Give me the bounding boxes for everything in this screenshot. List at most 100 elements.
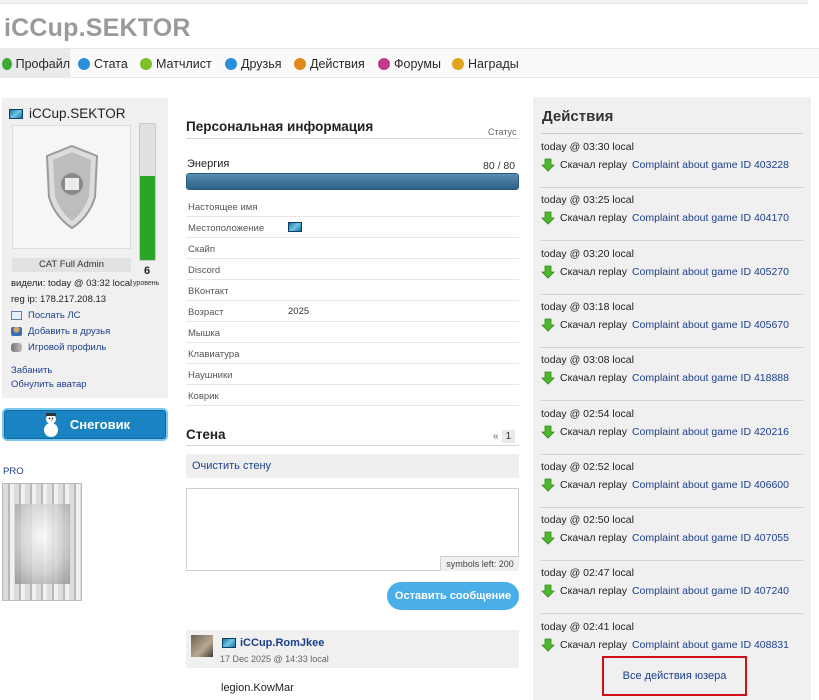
info-row-real-name: Настоящее имя — [186, 196, 519, 217]
ban-link[interactable]: Забанить — [11, 365, 52, 376]
send-pm-link[interactable]: Послать ЛС — [11, 310, 81, 321]
matchlist-icon — [140, 57, 152, 70]
info-row-keyboard: Клавиатура — [186, 343, 519, 364]
action-desc: Скачал replay Complaint about game ID 405… — [541, 318, 789, 332]
action-link[interactable]: Complaint about game ID 406600 — [632, 479, 789, 491]
wall-pager: « 1 — [493, 430, 516, 443]
role-badge: CAT Full Admin — [12, 258, 131, 272]
info-row-location: Местоположение — [186, 217, 519, 238]
download-arrow-icon — [541, 638, 555, 652]
level-number: 6 — [144, 265, 151, 277]
post-author[interactable]: iCCup.RomJkee — [222, 637, 324, 649]
tab-label: Награды — [468, 56, 519, 71]
action-desc: Скачал replay Complaint about game ID 418… — [541, 371, 789, 385]
info-key: Коврик — [188, 391, 219, 402]
action-time: today @ 03:20 local — [541, 248, 634, 260]
info-key: Скайп — [188, 244, 215, 255]
action-time: today @ 03:30 local — [541, 141, 634, 153]
all-user-actions-link[interactable]: Все действия юзера — [602, 656, 747, 696]
pager-page[interactable]: 1 — [501, 430, 516, 443]
download-arrow-icon — [541, 371, 555, 385]
level-progress-bar — [139, 123, 156, 261]
action-desc: Скачал replay Complaint about game ID 403… — [541, 158, 789, 172]
action-link[interactable]: Complaint about game ID 407055 — [632, 532, 789, 544]
actions-title: Действия — [542, 108, 614, 125]
action-link[interactable]: Complaint about game ID 405270 — [632, 266, 789, 278]
add-friend-label: Добавить в друзья — [28, 326, 111, 337]
tab-profile[interactable]: Профайл — [0, 49, 70, 78]
level-progress-fill — [140, 175, 155, 260]
action-link[interactable]: Complaint about game ID 404170 — [632, 212, 789, 224]
personal-info-title: Персональная информация — [186, 119, 374, 134]
wall-title: Стена — [186, 427, 226, 442]
download-arrow-icon — [541, 158, 555, 172]
info-row-mousepad: Коврик — [186, 385, 519, 406]
download-arrow-icon — [541, 211, 555, 225]
action-verb: Скачал replay — [560, 372, 627, 384]
tab-awards[interactable]: Награды — [452, 49, 519, 78]
mail-icon — [11, 311, 22, 320]
shield-avatar-icon — [45, 144, 98, 230]
actions-divider — [541, 133, 803, 134]
action-verb: Скачал replay — [560, 639, 627, 651]
action-link[interactable]: Complaint about game ID 403228 — [632, 159, 789, 171]
download-arrow-icon — [541, 318, 555, 332]
info-key: Возраст — [188, 307, 224, 318]
action-link[interactable]: Complaint about game ID 407240 — [632, 585, 789, 597]
info-value — [288, 222, 302, 233]
tab-friends[interactable]: Друзья — [225, 49, 282, 78]
snowman-icon — [43, 412, 58, 437]
info-value: 2025 — [288, 306, 310, 317]
action-verb: Скачал replay — [560, 479, 627, 491]
post-message-button[interactable]: Оставить сообщение — [387, 582, 519, 610]
game-profile-link[interactable]: Игровой профиль — [11, 342, 106, 353]
download-arrow-icon — [541, 425, 555, 439]
profile-tabs: Профайл Стата Матчлист Друзья Действия Ф… — [0, 48, 819, 78]
action-link[interactable]: Complaint about game ID 418888 — [632, 372, 789, 384]
actions-icon — [294, 57, 306, 70]
reset-avatar-link[interactable]: Обнулить аватар — [11, 379, 87, 390]
personal-info-divider — [186, 138, 519, 139]
add-friend-link[interactable]: Добавить в друзья — [11, 326, 110, 337]
clear-wall-link[interactable]: Очистить стену — [186, 454, 519, 478]
snowman-button[interactable]: Снеговик — [2, 408, 168, 441]
game-profile-label: Игровой профиль — [28, 342, 107, 353]
flag-icon — [288, 222, 302, 233]
nick-text: iCCup.SEKTOR — [29, 106, 126, 121]
tab-stats[interactable]: Стата — [78, 49, 128, 78]
action-time: today @ 02:50 local — [541, 514, 634, 526]
tab-matchlist[interactable]: Матчлист — [140, 49, 212, 78]
action-link[interactable]: Complaint about game ID 420216 — [632, 426, 789, 438]
info-key: Настоящее имя — [188, 202, 258, 213]
energy-bar — [186, 173, 519, 190]
last-seen: видели: today @ 03:32 local — [11, 278, 133, 289]
action-desc: Скачал replay Complaint about game ID 407… — [541, 531, 789, 545]
snowman-label: Снеговик — [69, 417, 131, 432]
awards-icon — [452, 57, 464, 70]
tab-actions[interactable]: Действия — [294, 49, 365, 78]
flag-icon — [9, 108, 23, 119]
energy-label: Энергия — [187, 158, 230, 170]
action-item: today @ 02:54 local Скачал replay Complain… — [541, 402, 803, 455]
post-date: 17 Dec 2025 @ 14:33 local — [220, 654, 329, 664]
forums-icon — [378, 57, 390, 70]
action-item: today @ 03:18 local Скачал replay Complain… — [541, 295, 803, 348]
symbols-left: symbols left: 200 — [440, 556, 519, 571]
action-link[interactable]: Complaint about game ID 405670 — [632, 319, 789, 331]
action-link[interactable]: Complaint about game ID 408831 — [632, 639, 789, 651]
pro-image — [2, 483, 82, 601]
action-time: today @ 03:25 local — [541, 194, 634, 206]
add-friend-icon — [11, 327, 22, 336]
friends-icon — [225, 57, 237, 70]
action-time: today @ 02:52 local — [541, 461, 634, 473]
tab-label: Стата — [94, 56, 128, 71]
action-verb: Скачал replay — [560, 212, 627, 224]
tab-forums[interactable]: Форумы — [378, 49, 441, 78]
reg-ip: reg ip: 178.217.208.13 — [11, 294, 107, 305]
stats-icon — [78, 57, 90, 70]
info-key: Местоположение — [188, 223, 265, 234]
post-author-avatar[interactable] — [191, 635, 213, 657]
action-desc: Скачал replay Complaint about game ID 420… — [541, 425, 789, 439]
pager-prev[interactable]: « — [493, 431, 499, 442]
action-item: today @ 02:52 local Скачал replay Complain… — [541, 455, 803, 508]
